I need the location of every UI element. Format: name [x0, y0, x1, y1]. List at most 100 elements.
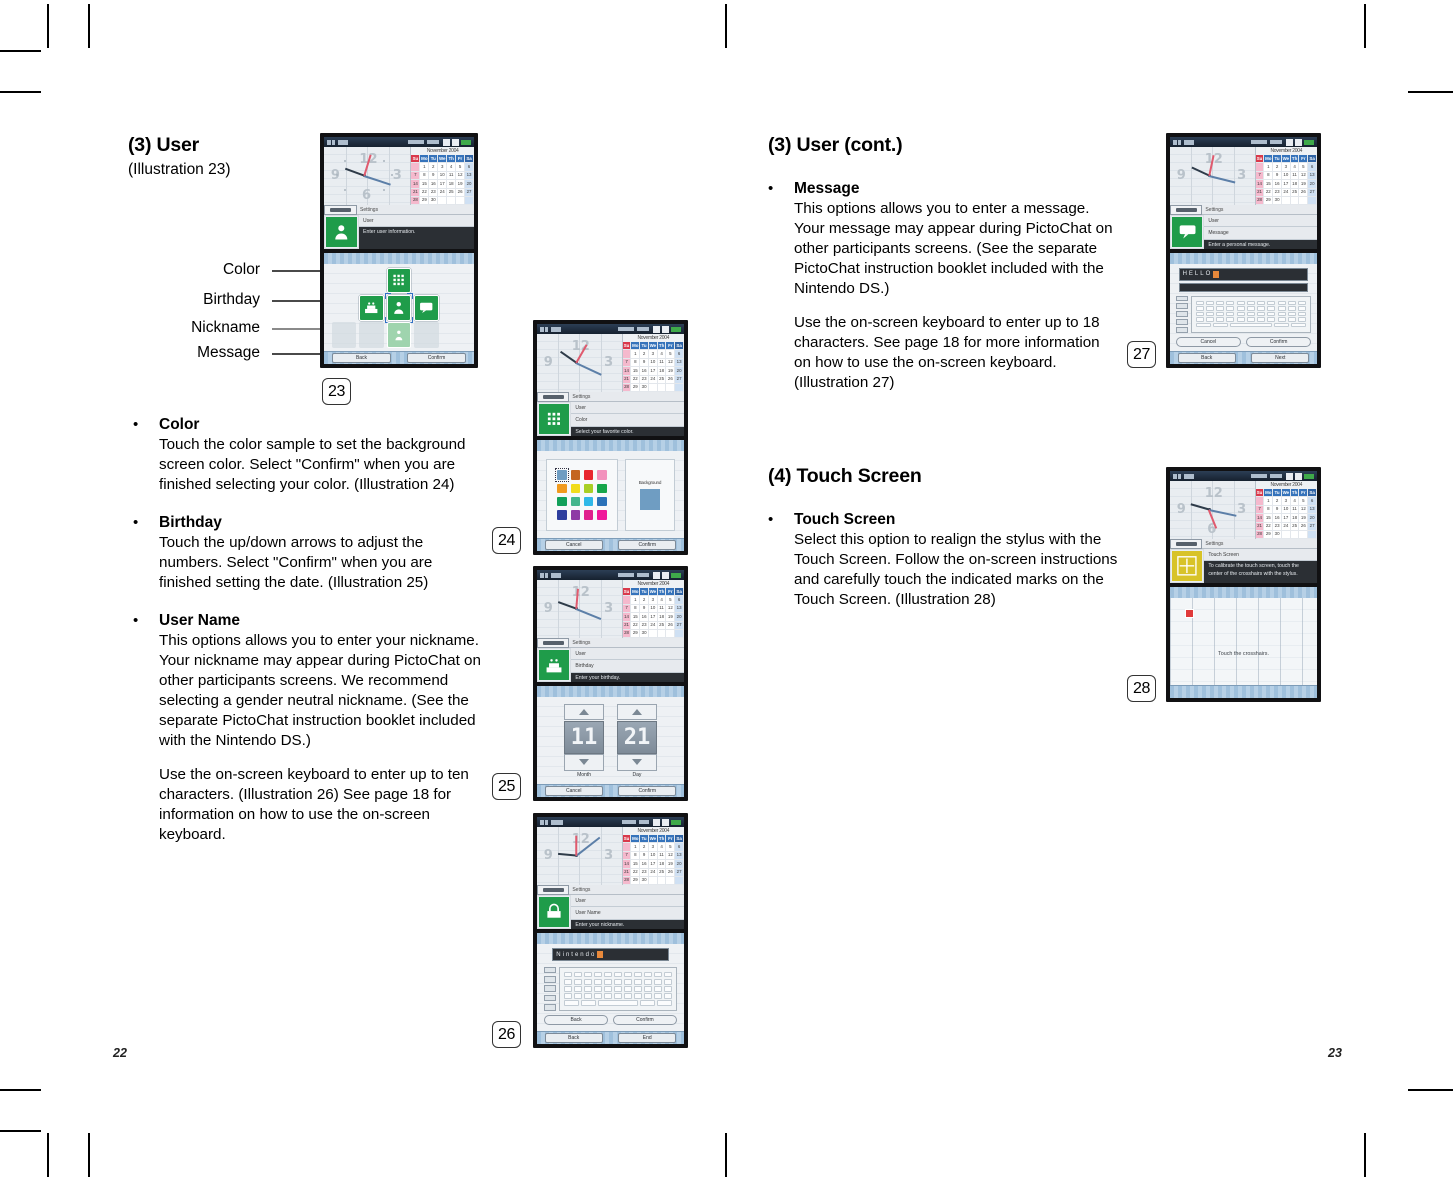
keyboard-key[interactable] [1246, 300, 1255, 306]
keyboard-key[interactable] [643, 971, 652, 978]
keyboard-key[interactable] [1226, 317, 1235, 322]
keyboard-key[interactable] [593, 971, 602, 978]
keyboard-key[interactable] [593, 993, 602, 999]
color-swatch[interactable] [557, 496, 567, 507]
keyboard-key[interactable] [563, 978, 572, 985]
keyboard-key[interactable] [603, 985, 612, 992]
keyboard-key[interactable] [1297, 317, 1306, 322]
keyboard-key[interactable] [1287, 317, 1296, 322]
keyboard-key[interactable] [593, 978, 602, 985]
keyboard-key[interactable] [1267, 306, 1276, 311]
keyboard-confirm-button[interactable]: Confirm [1246, 336, 1312, 347]
keyboard-key[interactable] [1267, 317, 1276, 322]
keyboard-key[interactable] [563, 1000, 579, 1006]
keyboard-key[interactable] [573, 993, 582, 999]
keyboard-key[interactable] [663, 993, 672, 999]
keyboard-key[interactable] [603, 978, 612, 985]
keyboard-key[interactable] [1267, 311, 1276, 317]
keyboard-key[interactable] [573, 985, 582, 992]
message-input-field-line2[interactable] [1178, 283, 1309, 292]
keyboard-key[interactable] [1216, 317, 1225, 322]
end-button-26[interactable]: End [618, 1032, 677, 1043]
color-swatch[interactable] [597, 496, 607, 507]
keyboard-key[interactable] [583, 985, 592, 992]
mode-key-3[interactable] [1175, 311, 1189, 317]
mode-key-1[interactable] [1175, 295, 1189, 302]
keyboard-key[interactable] [1257, 311, 1266, 317]
keyboard-key[interactable] [1216, 300, 1225, 306]
day-down-arrow[interactable] [616, 754, 658, 771]
keyboard-key[interactable] [597, 1000, 638, 1006]
keyboard-key[interactable] [1287, 311, 1296, 317]
mode-key-4[interactable] [1175, 319, 1189, 325]
icon-color[interactable] [386, 267, 412, 294]
keyboard-key[interactable] [1277, 317, 1286, 322]
keyboard-key[interactable] [1257, 306, 1266, 311]
keyboard-key[interactable] [653, 993, 662, 999]
color-swatch[interactable] [555, 468, 570, 483]
keyboard-key[interactable] [663, 985, 672, 992]
keyboard-key[interactable] [1277, 311, 1286, 317]
icon-nickname[interactable] [384, 293, 414, 323]
mode-key-5[interactable] [1175, 326, 1189, 333]
keyboard-key[interactable] [633, 978, 642, 985]
keyboard-key[interactable] [1277, 300, 1286, 306]
keyboard-key[interactable] [1287, 300, 1296, 306]
keyboard-key[interactable] [563, 993, 572, 999]
icon-message[interactable] [414, 295, 439, 321]
keyboard-key[interactable] [623, 993, 632, 999]
confirm-button-23[interactable]: Confirm [407, 352, 466, 363]
keyboard-key[interactable] [1257, 317, 1266, 322]
color-swatch[interactable] [570, 496, 581, 507]
keyboard-confirm-button[interactable]: Confirm [613, 1014, 677, 1025]
confirm-button-24[interactable]: Confirm [618, 539, 677, 550]
keyboard-key[interactable] [1213, 322, 1229, 328]
mode-key-5[interactable] [544, 1004, 557, 1011]
keyboard-key[interactable] [643, 985, 652, 992]
keyboard-key[interactable] [1195, 322, 1211, 328]
keyboard-key[interactable] [613, 993, 622, 999]
keyboard-key[interactable] [573, 971, 582, 978]
color-swatch[interactable] [584, 470, 594, 480]
color-swatch[interactable] [557, 483, 567, 493]
keyboard-key[interactable] [1236, 300, 1245, 306]
keyboard-key[interactable] [1236, 317, 1245, 322]
mode-key-3[interactable] [544, 985, 557, 993]
calibration-target-topleft[interactable] [1184, 608, 1194, 618]
keyboard-key[interactable] [653, 971, 662, 978]
keyboard-key[interactable] [663, 971, 672, 978]
keyboard-key[interactable] [1257, 300, 1266, 306]
icon-birthday[interactable] [359, 295, 384, 321]
keyboard-key[interactable] [613, 978, 622, 985]
color-swatch[interactable] [570, 483, 581, 493]
keyboard-key[interactable] [623, 985, 632, 992]
cancel-button-25[interactable]: Cancel [544, 785, 603, 796]
next-button-27[interactable]: Next [1251, 352, 1310, 363]
day-up-arrow[interactable] [616, 704, 658, 721]
keyboard-key[interactable] [1297, 311, 1306, 317]
keyboard-key[interactable] [1236, 306, 1245, 311]
mode-key-2[interactable] [1175, 303, 1189, 310]
keyboard-key[interactable] [593, 985, 602, 992]
keyboard-key[interactable] [623, 971, 632, 978]
keyboard-key[interactable] [623, 978, 632, 985]
keyboard-back-button[interactable]: Back [544, 1014, 608, 1025]
keyboard-key[interactable] [603, 971, 612, 978]
keyboard-key[interactable] [1216, 311, 1225, 317]
keyboard-cancel-button[interactable]: Cancel [1175, 336, 1241, 347]
keyboard-key[interactable] [1291, 322, 1307, 328]
keyboard-key[interactable] [1297, 306, 1306, 311]
keyboard-key[interactable] [563, 985, 572, 992]
keyboard-key[interactable] [583, 993, 592, 999]
month-up-arrow[interactable] [563, 704, 605, 721]
calibration-area[interactable]: Touch the crosshairs. [1170, 598, 1317, 686]
keyboard-key[interactable] [1206, 300, 1215, 306]
name-input-field[interactable]: Nintendo [552, 948, 669, 962]
mode-key-2[interactable] [544, 976, 557, 983]
color-swatch[interactable] [557, 510, 567, 520]
keyboard-key[interactable] [1236, 311, 1245, 317]
back-button-23[interactable]: Back [332, 352, 391, 363]
keyboard-key[interactable] [1267, 300, 1276, 306]
keyboard-key[interactable] [1195, 306, 1204, 311]
keyboard-key[interactable] [1226, 306, 1235, 311]
